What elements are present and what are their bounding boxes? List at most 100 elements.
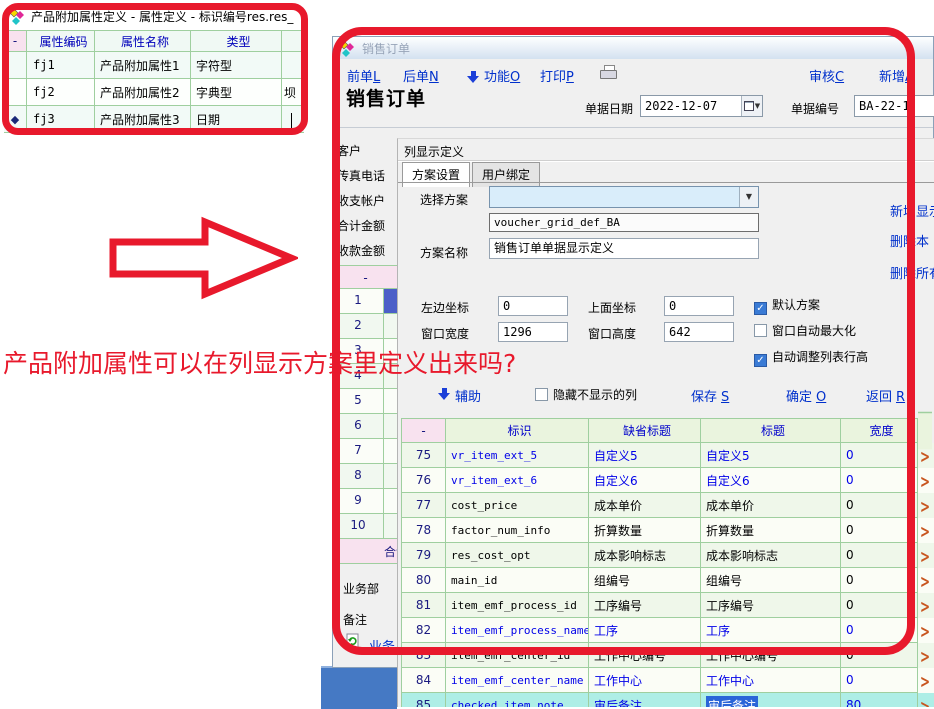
row-title-cell[interactable]: 审后备注: [701, 693, 841, 707]
scheme-select[interactable]: ▼: [489, 186, 759, 208]
row-title-cell[interactable]: 折算数量: [701, 518, 841, 543]
mini-grid-row[interactable]: 7: [333, 439, 398, 464]
row-default-title-cell[interactable]: 工作中心: [589, 668, 701, 693]
row-width-cell[interactable]: 0: [841, 543, 918, 568]
doc-date-input[interactable]: 2022-12-07 ▼: [640, 95, 763, 117]
attr-table-row[interactable]: fj2 产品附加属性2 字典型 坝: [4, 79, 304, 106]
row-width-cell[interactable]: 80: [841, 693, 918, 707]
mini-grid-row[interactable]: 5: [333, 389, 398, 414]
option-row[interactable]: 自动调整列表行高: [754, 348, 868, 374]
row-title-cell[interactable]: 成本单价: [701, 493, 841, 518]
function-menu-button[interactable]: 功能O: [484, 66, 520, 85]
row-default-title-cell[interactable]: 折算数量: [589, 518, 701, 543]
top-coord-input[interactable]: 0: [664, 296, 734, 316]
mini-grid-row[interactable]: 8: [333, 464, 398, 489]
row-width-cell[interactable]: 0: [841, 593, 918, 618]
row-id-cell[interactable]: vr_item_ext_5: [446, 443, 589, 468]
row-default-title-cell[interactable]: 成本单价: [589, 493, 701, 518]
row-default-title-cell[interactable]: 工作中心编号: [589, 643, 701, 668]
add-new-button[interactable]: 新增A: [879, 66, 914, 85]
doc-no-input[interactable]: BA-22-1: [854, 95, 934, 117]
checkbox[interactable]: [754, 324, 767, 337]
row-id-cell[interactable]: checked_item_note: [446, 693, 589, 707]
row-width-cell[interactable]: 0: [841, 443, 918, 468]
row-width-cell[interactable]: 0: [841, 468, 918, 493]
table-row[interactable]: 79 res_cost_opt 成本影响标志 成本影响标志 0 >: [401, 543, 934, 568]
window-height-input[interactable]: 642: [664, 322, 734, 342]
row-width-cell[interactable]: 0: [841, 518, 918, 543]
col-id[interactable]: 标识: [446, 418, 589, 443]
prev-doc-button[interactable]: 前单L: [347, 66, 380, 85]
delete-all-link[interactable]: 删除所有: [890, 263, 934, 282]
tab-user-binding[interactable]: 用户绑定: [472, 162, 540, 187]
row-width-cell[interactable]: 0: [841, 618, 918, 643]
left-coord-input[interactable]: 0: [498, 296, 568, 316]
scheme-id-field[interactable]: voucher_grid_def_BA: [489, 213, 759, 232]
row-id-cell[interactable]: factor_num_info: [446, 518, 589, 543]
col-default-title[interactable]: 缺省标题: [589, 418, 701, 443]
row-id-cell[interactable]: main_id: [446, 568, 589, 593]
row-id-cell[interactable]: item_emf_process_id: [446, 593, 589, 618]
row-title-cell[interactable]: 工序编号: [701, 593, 841, 618]
row-width-cell[interactable]: 0: [841, 568, 918, 593]
option-row[interactable]: 窗口自动最大化: [754, 322, 868, 348]
next-doc-button[interactable]: 后单N: [403, 66, 439, 85]
ok-button[interactable]: 确定O: [786, 386, 826, 405]
table-row[interactable]: 83 item_emf_center_id 工作中心编号 工作中心编号 0 >: [401, 643, 934, 668]
checkbox[interactable]: [754, 302, 767, 315]
row-default-title-cell[interactable]: 审后备注: [589, 693, 701, 707]
mini-grid-row[interactable]: 4: [333, 364, 398, 389]
table-row[interactable]: 82 item_emf_process_name 工序 工序 0 >: [401, 618, 934, 643]
row-title-cell[interactable]: 组编号: [701, 568, 841, 593]
col-width[interactable]: 宽度: [841, 418, 918, 443]
row-default-title-cell[interactable]: 工序编号: [589, 593, 701, 618]
row-width-cell[interactable]: 0: [841, 643, 918, 668]
row-default-title-cell[interactable]: 组编号: [589, 568, 701, 593]
table-row[interactable]: 85 checked_item_note 审后备注 审后备注 80 >: [401, 693, 934, 707]
row-default-title-cell[interactable]: 成本影响标志: [589, 543, 701, 568]
hide-columns-checkbox[interactable]: [535, 388, 548, 401]
audit-button[interactable]: 审核C: [809, 66, 844, 85]
scheme-name-input[interactable]: 销售订单单据显示定义: [489, 238, 759, 259]
row-id-cell[interactable]: item_emf_center_id: [446, 643, 589, 668]
mini-grid-row[interactable]: 3: [333, 339, 398, 364]
mini-grid-row[interactable]: 9: [333, 489, 398, 514]
row-title-cell[interactable]: 工序: [701, 618, 841, 643]
save-button[interactable]: 保存S: [691, 386, 729, 405]
printer-icon[interactable]: [600, 65, 618, 80]
row-width-cell[interactable]: 0: [841, 493, 918, 518]
window-width-input[interactable]: 1296: [498, 322, 568, 342]
row-id-cell[interactable]: cost_price: [446, 493, 589, 518]
footer-business-link[interactable]: 业务: [369, 636, 395, 655]
tab-scheme-settings[interactable]: 方案设置: [402, 162, 470, 187]
row-title-cell[interactable]: 工作中心编号: [701, 643, 841, 668]
row-title-cell[interactable]: 自定义6: [701, 468, 841, 493]
mini-grid-row[interactable]: 2: [333, 314, 398, 339]
attr-table-row[interactable]: fj1 产品附加属性1 字符型: [4, 52, 304, 79]
mini-grid-row[interactable]: 10: [333, 514, 398, 539]
calendar-dropdown-button[interactable]: ▼: [741, 96, 762, 116]
row-width-cell[interactable]: 0: [841, 668, 918, 693]
window-titlebar[interactable]: 销售订单: [333, 37, 933, 59]
back-button[interactable]: 返回R: [866, 386, 905, 405]
row-default-title-cell[interactable]: 自定义5: [589, 443, 701, 468]
print-button[interactable]: 打印P: [540, 66, 574, 85]
row-id-cell[interactable]: vr_item_ext_6: [446, 468, 589, 493]
row-title-cell[interactable]: 成本影响标志: [701, 543, 841, 568]
row-title-cell[interactable]: 工作中心: [701, 668, 841, 693]
option-row[interactable]: 默认方案: [754, 296, 868, 322]
col-title[interactable]: 标题: [701, 418, 841, 443]
row-id-cell[interactable]: item_emf_process_name: [446, 618, 589, 643]
row-id-cell[interactable]: item_emf_center_name: [446, 668, 589, 693]
delete-scheme-link[interactable]: 删除本: [890, 231, 929, 250]
row-default-title-cell[interactable]: 自定义6: [589, 468, 701, 493]
table-row[interactable]: 78 factor_num_info 折算数量 折算数量 0 >: [401, 518, 934, 543]
table-row[interactable]: 84 item_emf_center_name 工作中心 工作中心 0 >: [401, 668, 934, 693]
row-default-title-cell[interactable]: 工序: [589, 618, 701, 643]
row-id-cell[interactable]: res_cost_opt: [446, 543, 589, 568]
refresh-document-icon[interactable]: [346, 633, 360, 650]
table-row[interactable]: 76 vr_item_ext_6 自定义6 自定义6 0 >: [401, 468, 934, 493]
table-row[interactable]: 81 item_emf_process_id 工序编号 工序编号 0 >: [401, 593, 934, 618]
add-scheme-link[interactable]: 新增显示: [890, 201, 934, 220]
table-row[interactable]: 80 main_id 组编号 组编号 0 >: [401, 568, 934, 593]
